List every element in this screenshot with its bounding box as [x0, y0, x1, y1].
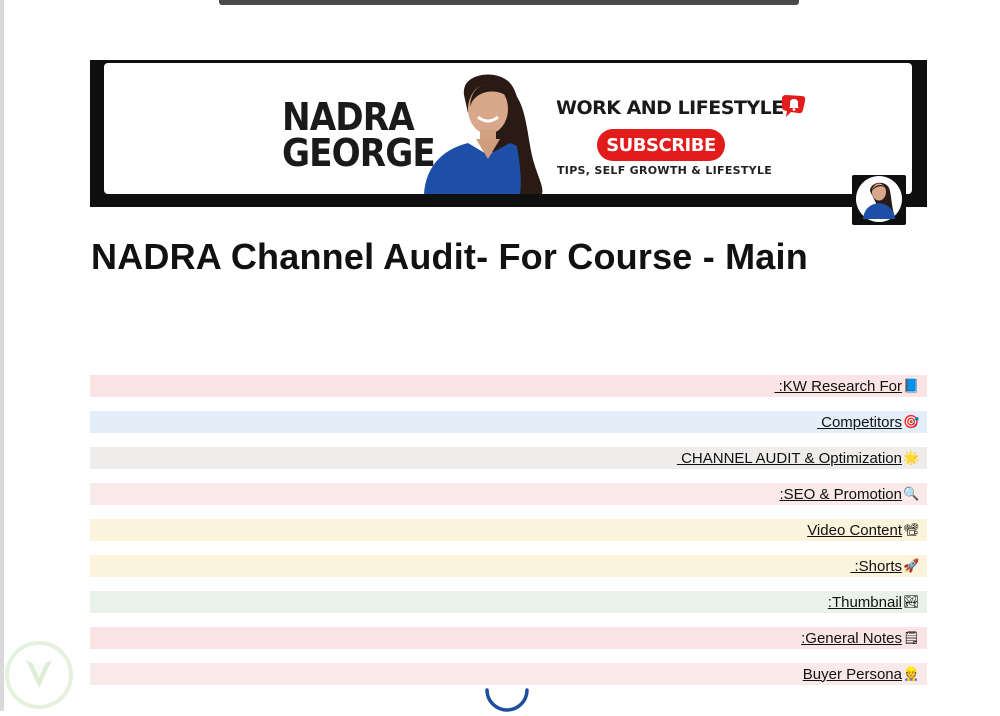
toc-row: :KW Research For 📘	[90, 375, 927, 397]
channel-avatar[interactable]	[852, 175, 906, 225]
toc-link[interactable]: Buyer Persona	[803, 666, 902, 683]
person-icon: 👷	[903, 666, 920, 681]
toc-link[interactable]: Video Content	[807, 522, 902, 539]
rocket-icon: 🚀	[903, 558, 920, 573]
brand-name: NADRA GEORGE	[282, 95, 436, 175]
banner-art: NADRA GEORGE WORK AND LIFESTYLE SUBSCRIB…	[104, 63, 912, 194]
toc-row: :Thumbnail 🏞	[90, 591, 927, 613]
toc-link[interactable]: Competitors	[817, 414, 902, 431]
subscribe-label: SUBSCRIBE	[606, 134, 716, 156]
star-icon: 🌟	[903, 450, 920, 465]
toc-row: Video Content 📽	[90, 519, 927, 541]
toc-link[interactable]: :SEO & Promotion	[779, 486, 902, 503]
magnifier-icon: 🔍	[903, 486, 920, 501]
loading-spinner-icon	[485, 688, 529, 712]
presenter-photo	[424, 74, 543, 194]
notepad-icon: 🗒	[903, 630, 920, 645]
toc-row: :SEO & Promotion 🔍	[90, 483, 927, 505]
toc-row: :General Notes 🗒	[90, 627, 927, 649]
brand-name-line1: NADRA	[282, 95, 415, 139]
toc-row: :Shorts 🚀	[90, 555, 927, 577]
watermark-logo-icon	[5, 641, 73, 709]
camera-icon: 📽	[903, 522, 920, 537]
toc-link[interactable]: :Shorts	[850, 558, 902, 575]
page-title: NADRA Channel Audit- For Course - Main	[91, 236, 808, 277]
picture-icon: 🏞	[903, 594, 920, 609]
banner-subtagline: TIPS, SELF GROWTH & LIFESTYLE	[557, 164, 773, 177]
target-icon: 🎯	[903, 414, 920, 429]
notification-bell-icon	[781, 95, 806, 117]
top-drag-bar[interactable]	[219, 0, 799, 5]
toc-row: Competitors 🎯	[90, 411, 927, 433]
subscribe-button[interactable]: SUBSCRIBE	[597, 129, 725, 161]
toc-link[interactable]: :KW Research For	[774, 378, 902, 395]
brand-name-line2: GEORGE	[282, 131, 436, 175]
toc-link[interactable]: CHANNEL AUDIT & Optimization	[677, 450, 902, 467]
toc-link[interactable]: :General Notes	[801, 630, 902, 647]
banner-tagline: WORK AND LIFESTYLE	[556, 97, 784, 119]
channel-banner: NADRA GEORGE WORK AND LIFESTYLE SUBSCRIB…	[90, 60, 927, 207]
toc-link[interactable]: :Thumbnail	[828, 594, 902, 611]
window-left-edge	[0, 0, 4, 711]
toc-row: CHANNEL AUDIT & Optimization 🌟	[90, 447, 927, 469]
avatar-image	[856, 176, 902, 222]
book-icon: 📘	[903, 378, 920, 393]
